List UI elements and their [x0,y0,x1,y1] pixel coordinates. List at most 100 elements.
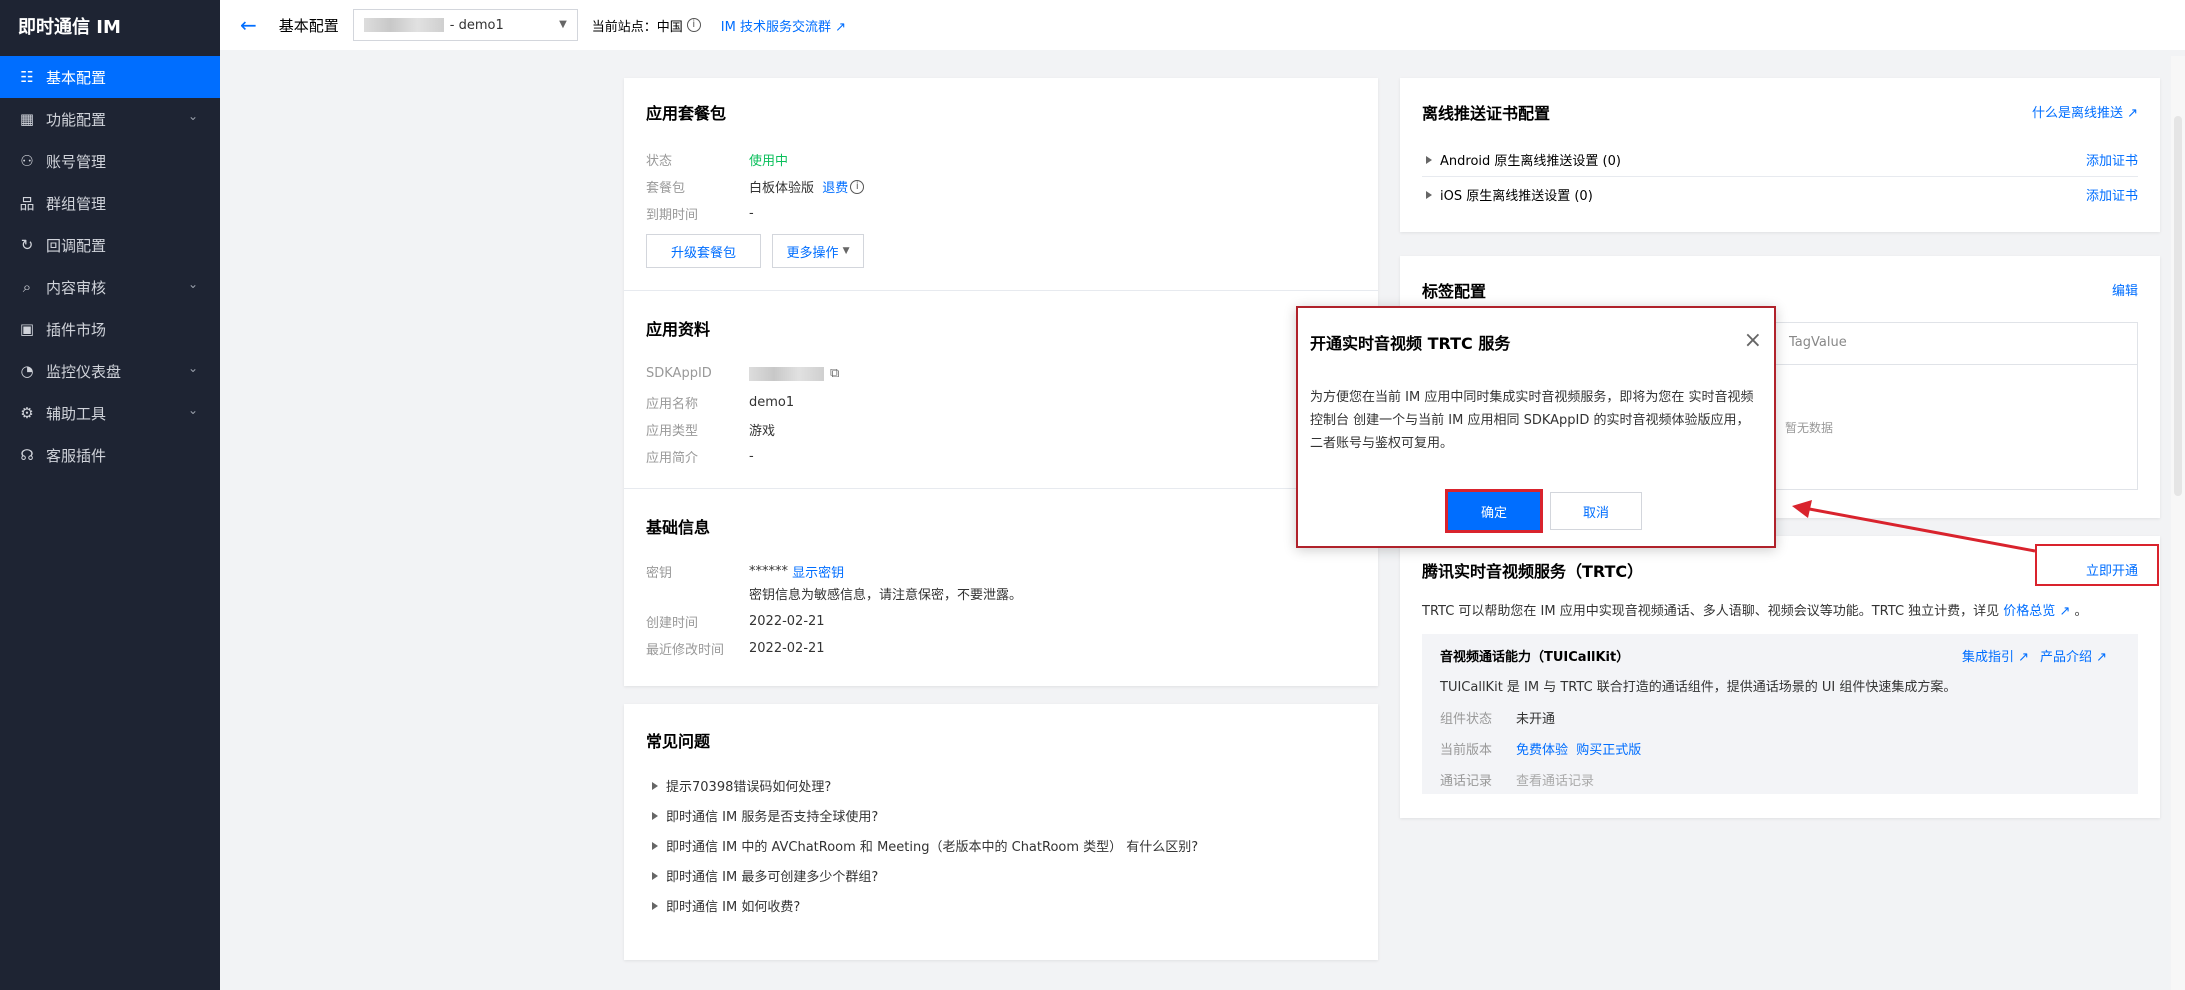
sidebar-item[interactable]: ⌕ 内容审核 ⌄ [0,266,220,308]
expand-arrow-icon [1426,155,1432,164]
refresh-icon: ↻ [20,236,34,254]
faq-item[interactable]: 即时通信 IM 服务是否支持全球使用? [652,806,878,825]
app-name: - demo1 [449,17,504,33]
caret-down-icon: ▼ [559,19,567,30]
modal-title: 开通实时音视频 TRTC 服务 [1310,334,1511,353]
divider [1422,176,2138,177]
trtc-modal: 开通实时音视频 TRTC 服务 × 为方便您在当前 IM 应用中同时集成实时音视… [1296,306,1776,548]
sidebar-item[interactable]: ⚇ 账号管理 [0,140,220,182]
page-title: 基本配置 [278,16,339,35]
app-name-label: 应用名称 [646,397,699,412]
faq-title: 常见问题 [646,732,711,751]
faq-question: 提示70398错误码如何处理? [666,780,832,795]
sidebar-item-label: 账号管理 [46,152,107,171]
add-cert-android-link[interactable]: 添加证书 [2086,150,2138,169]
push-help-link[interactable]: 什么是离线推送 ↗ [2032,102,2138,121]
sidebar-item-label: 内容审核 [46,278,107,297]
expand-arrow-icon [652,871,658,880]
faq-item[interactable]: 即时通信 IM 如何收费? [652,896,800,915]
expand-arrow-icon [652,901,658,910]
show-key-link[interactable]: 显示密钥 [792,562,844,581]
faq-question: 即时通信 IM 如何收费? [666,900,801,915]
app-name-value: demo1 [749,395,795,410]
sidebar-item[interactable]: ↻ 回调配置 [0,224,220,266]
expand-arrow-icon [652,841,658,850]
sidebar-item-label: 客服插件 [46,446,107,465]
divider [624,290,1378,291]
sidebar-item-label: 监控仪表盘 [46,362,122,381]
back-arrow-icon[interactable]: ← [240,13,257,37]
close-icon[interactable]: × [1744,328,1762,353]
status-value: 使用中 [749,154,789,169]
ios-push-row[interactable]: iOS 原生离线推送设置 (0) [1426,185,1593,204]
sidebar-item[interactable]: ▣ 插件市场 [0,308,220,350]
price-link[interactable]: 价格总览 ↗ [2003,604,2070,619]
expire-value: - [749,206,754,221]
sidebar-item-label: 功能配置 [46,110,107,129]
empty-text: 暂无数据 [1785,421,1834,435]
appinfo-title: 应用资料 [646,320,711,339]
refund-link[interactable]: 退费 [822,177,848,196]
buy-link[interactable]: 购买正式版 [1576,739,1641,758]
key-label: 密钥 [646,566,673,581]
search-icon: ⌕ [22,278,32,296]
confirm-button[interactable]: 确定 [1445,489,1543,533]
created-value: 2022-02-21 [749,614,825,629]
state-value: 未开通 [1516,712,1556,727]
free-trial-link[interactable]: 免费体验 [1516,739,1568,758]
product-intro-link[interactable]: 产品介绍 ↗ [2040,646,2107,665]
record-link: 查看通话记录 [1516,774,1595,789]
upgrade-package-button[interactable]: 升级套餐包 [646,234,761,268]
kit-title: 音视频通话能力（TUICallKit） [1440,650,1630,665]
modal-message: 为方便您在当前 IM 应用中同时集成实时音视频服务，即将为您在 实时音视频控制台… [1310,390,1754,451]
tech-group-link[interactable]: IM 技术服务交流群 ↗ [721,16,846,35]
key-note: 密钥信息为敏感信息，请注意保密，不要泄露。 [749,588,1023,603]
app-type-label: 应用类型 [646,424,699,439]
tag-value-column: TagValue [1789,335,1847,350]
tag-title: 标签配置 [1422,282,1487,301]
external-link-icon: ↗ [2096,650,2108,665]
gauge-icon: ◔ [20,362,34,380]
app-type-value: 游戏 [749,424,776,439]
expand-arrow-icon [652,811,658,820]
tag-edit-link[interactable]: 编辑 [2112,280,2138,299]
sidebar-item[interactable]: ☷ 基本配置 [0,56,220,98]
faq-item[interactable]: 提示70398错误码如何处理? [652,776,831,795]
push-card: 离线推送证书配置 什么是离线推送 ↗ Android 原生离线推送设置 (0) … [1400,78,2160,232]
trtc-title: 腾讯实时音视频服务（TRTC） [1422,562,1644,581]
product-title: 即时通信 IM [18,17,121,38]
app-desc-label: 应用简介 [646,451,699,466]
faq-item[interactable]: 即时通信 IM 中的 AVChatRoom 和 Meeting（老版本中的 Ch… [652,836,1198,855]
trtc-desc: TRTC 可以帮助您在 IM 应用中实现音视频通话、多人语聊、视频会议等功能。T… [1422,604,2088,619]
headset-icon: ☊ [20,446,34,464]
app-select[interactable]: - demo1 ▼ [352,9,578,41]
scrollbar-thumb[interactable] [2174,116,2182,496]
sidebar-item[interactable]: ▦ 功能配置 ⌄ [0,98,220,140]
scrollbar[interactable] [2171,56,2185,990]
current-station: 当前站点：中国 [591,19,683,35]
faq-card: 常见问题 提示70398错误码如何处理? 即时通信 IM 服务是否支持全球使用? 即… [624,704,1378,960]
state-label: 组件状态 [1440,712,1493,727]
add-cert-ios-link[interactable]: 添加证书 [2086,185,2138,204]
divider [624,488,1378,489]
sidebar-item-label: 插件市场 [46,320,107,339]
sidebar-item[interactable]: ⚙ 辅助工具 ⌄ [0,392,220,434]
package-value: 白板体验版 [749,181,815,196]
sidebar-item[interactable]: 品群组管理 [0,182,220,224]
info-icon[interactable]: i [850,179,865,194]
sidebar-item-label: 群组管理 [46,194,107,213]
caret-down-icon: ▼ [842,246,850,256]
more-actions-button[interactable]: 更多操作 ▼ [772,234,864,268]
tool-icon: ⚙ [20,404,34,422]
chevron-down-icon: ⌄ [187,109,198,123]
sidebar: 即时通信 IM ☷ 基本配置 ▦ 功能配置 ⌄ ⚇ 账号管理品群组管理 ↻ 回调配置 ⌕ 内容审核 ⌄… [0,0,220,990]
cancel-button[interactable]: 取消 [1550,492,1642,530]
android-push-row[interactable]: Android 原生离线推送设置 (0) [1426,150,1621,169]
copy-icon[interactable]: ⧉ [830,366,839,381]
key-mask: ****** [749,564,788,579]
sidebar-item[interactable]: ☊ 客服插件 [0,434,220,476]
sidebar-item[interactable]: ◔ 监控仪表盘 ⌄ [0,350,220,392]
integration-guide-link[interactable]: 集成指引 ↗ [1962,646,2029,665]
info-icon[interactable]: i [686,18,701,32]
faq-item[interactable]: 即时通信 IM 最多可创建多少个群组? [652,866,878,885]
